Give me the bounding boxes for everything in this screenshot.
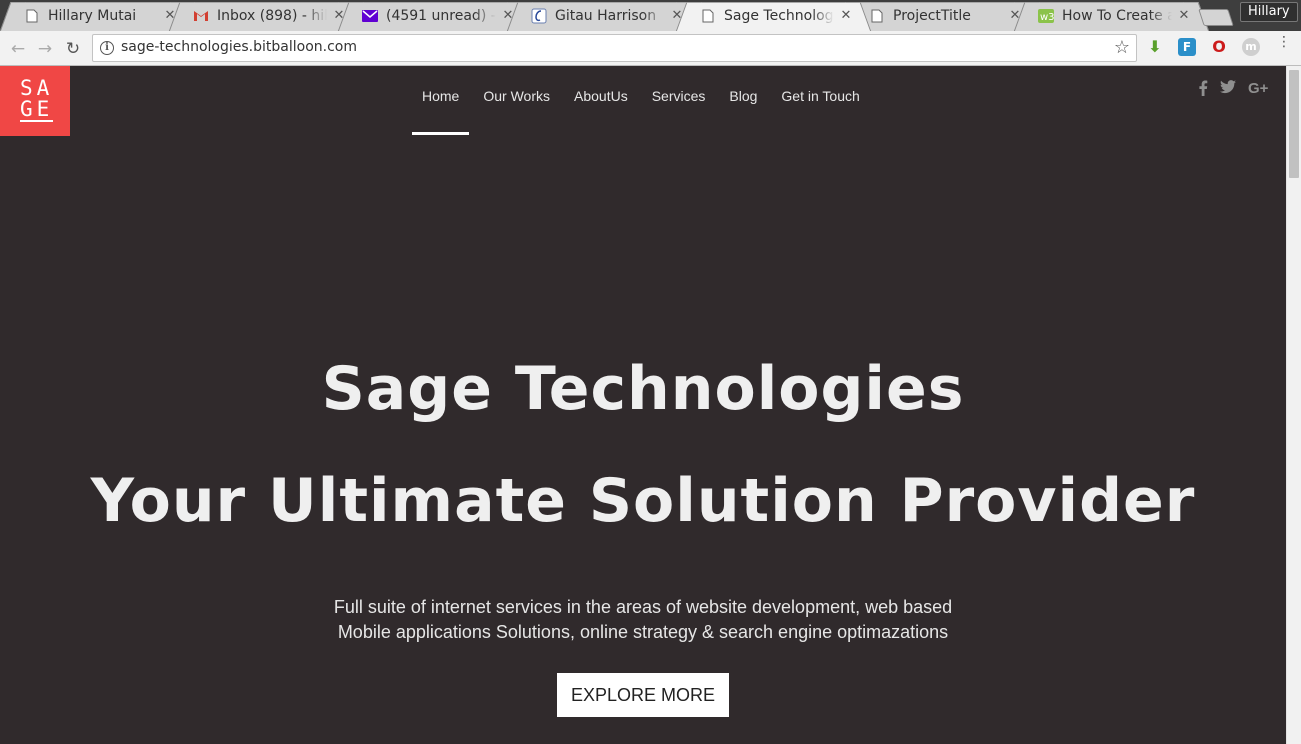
codepen-icon: w3 [1038,8,1054,24]
site-logo[interactable]: SA GE [0,66,70,136]
yahoo-mail-icon [362,8,378,24]
nav-services[interactable]: Services [640,66,718,136]
tab-content: Inbox (898) - hill ✕ [193,2,345,29]
hero-description-line-2: Mobile applications Solutions, online st… [337,622,949,642]
url-text[interactable]: sage-technologies.bitballoon.com [121,39,357,55]
tab-content: Hillary Mutai ✕ [24,2,176,29]
facebook-icon[interactable] [1198,80,1208,100]
info-icon[interactable]: i [100,41,114,55]
opera-extension-icon[interactable]: O [1210,38,1228,56]
nav-our-works[interactable]: Our Works [471,66,562,136]
tab-title: Inbox (898) - hill [217,7,327,24]
logo-text-bottom: GE [20,97,54,122]
tab-content: Gitau Harrison ✕ [531,2,683,29]
browser-toolbar: ← → ↻ i sage-technologies.bitballoon.com… [0,31,1301,66]
tab-content: w3 How To Create a ✕ [1038,2,1190,29]
explore-more-button[interactable]: EXPLORE MORE [557,673,729,717]
page-icon [700,8,716,24]
download-extension-icon[interactable]: ⬇ [1146,38,1164,56]
menu-icon[interactable]: ⋮ [1277,35,1291,49]
bookmark-star-icon[interactable]: ☆ [1114,37,1130,58]
profile-button[interactable]: Hillary [1240,2,1298,22]
svg-text:w3: w3 [1040,12,1054,23]
tab-title: ProjectTitle [893,7,971,24]
social-links: G+ [1198,80,1268,100]
nav-blog[interactable]: Blog [717,66,769,136]
mercury-extension-icon[interactable]: m [1242,38,1260,56]
tab-title: Gitau Harrison [555,7,657,24]
site-nav: Home Our Works AboutUs Services Blog Get… [410,66,872,136]
tab-content: Sage Technolog ✕ [700,2,852,29]
close-icon[interactable]: ✕ [1009,9,1021,22]
hero-description: Full suite of internet services in the a… [0,595,1286,645]
scrollbar-thumb[interactable] [1289,70,1299,178]
hero-description-line-1: Full suite of internet services in the a… [333,597,953,617]
tab-strip: Hillary Mutai ✕ Inbox (898) - hill ✕ (45… [0,0,1301,31]
nav-get-in-touch[interactable]: Get in Touch [769,66,871,136]
tab-title: (4591 unread) - [386,7,496,24]
tab-content: ProjectTitle ✕ [869,2,1021,29]
portfolio-icon [531,8,547,24]
reload-icon[interactable]: ↻ [63,39,83,59]
page-icon [24,8,40,24]
hero-title: Sage Technologies [321,354,965,424]
nav-about-us[interactable]: AboutUs [562,66,640,136]
google-plus-icon[interactable]: G+ [1248,80,1268,100]
tab-title: How To Create a [1062,7,1172,24]
close-icon[interactable]: ✕ [840,9,852,22]
forward-arrow-icon[interactable]: → [35,39,55,59]
page-icon [869,8,885,24]
close-icon[interactable]: ✕ [333,9,345,22]
address-bar[interactable]: i sage-technologies.bitballoon.com ☆ [92,34,1137,62]
hero-subtitle: Your Ultimate Solution Provider [90,466,1196,536]
close-icon[interactable]: ✕ [164,9,176,22]
twitter-icon[interactable] [1220,80,1236,100]
close-icon[interactable]: ✕ [1178,9,1190,22]
tab-title: Hillary Mutai [48,7,137,24]
feedly-extension-icon[interactable]: F [1178,38,1196,56]
back-arrow-icon[interactable]: ← [8,39,28,59]
new-tab-button[interactable] [1198,9,1234,26]
tab-title: Sage Technolog [724,7,834,24]
close-icon[interactable]: ✕ [502,9,514,22]
web-page: SA GE Home Our Works AboutUs Services Bl… [0,66,1286,744]
tab-content: (4591 unread) - ✕ [362,2,514,29]
nav-home[interactable]: Home [410,66,471,136]
logo-text-top: SA [20,76,54,100]
page-scrollbar[interactable] [1286,66,1301,744]
gmail-icon [193,8,209,24]
close-icon[interactable]: ✕ [671,9,683,22]
